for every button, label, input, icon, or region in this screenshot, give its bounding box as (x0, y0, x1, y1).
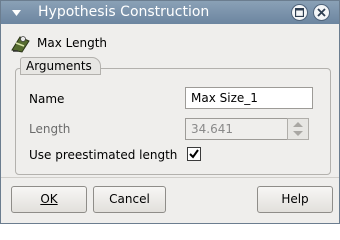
arguments-group-label: Arguments (20, 57, 101, 75)
name-input[interactable]: Max Size_1 (185, 87, 313, 109)
separator (1, 177, 339, 178)
help-label: Help (281, 192, 309, 206)
spin-down-icon (293, 131, 303, 136)
help-button[interactable]: Help (257, 186, 333, 213)
cancel-label: Cancel (109, 192, 150, 206)
close-icon (317, 8, 326, 17)
length-label: Length (29, 122, 71, 136)
maximize-button[interactable] (291, 4, 308, 21)
maximize-icon (295, 8, 304, 17)
window-title: Hypothesis Construction (38, 4, 210, 20)
length-spinbox[interactable] (287, 118, 309, 140)
ok-button[interactable]: OK (11, 186, 87, 213)
dialog-window: Hypothesis Construction Max Length Argum… (0, 0, 340, 224)
close-button[interactable] (313, 4, 330, 21)
name-label: Name (29, 92, 65, 106)
use-preestimated-label: Use preestimated length (29, 148, 178, 162)
length-input[interactable]: 34.641 (185, 118, 288, 140)
use-preestimated-checkbox[interactable] (187, 147, 201, 161)
hypothesis-icon (11, 36, 30, 53)
hypothesis-name: Max Length (37, 36, 108, 50)
ok-label: OK (40, 192, 58, 206)
cancel-button[interactable]: Cancel (93, 186, 166, 213)
checkmark-icon (189, 149, 199, 159)
window-menu-icon[interactable] (9, 6, 23, 19)
spin-up-icon (293, 122, 303, 127)
title-bar[interactable]: Hypothesis Construction (1, 1, 339, 24)
